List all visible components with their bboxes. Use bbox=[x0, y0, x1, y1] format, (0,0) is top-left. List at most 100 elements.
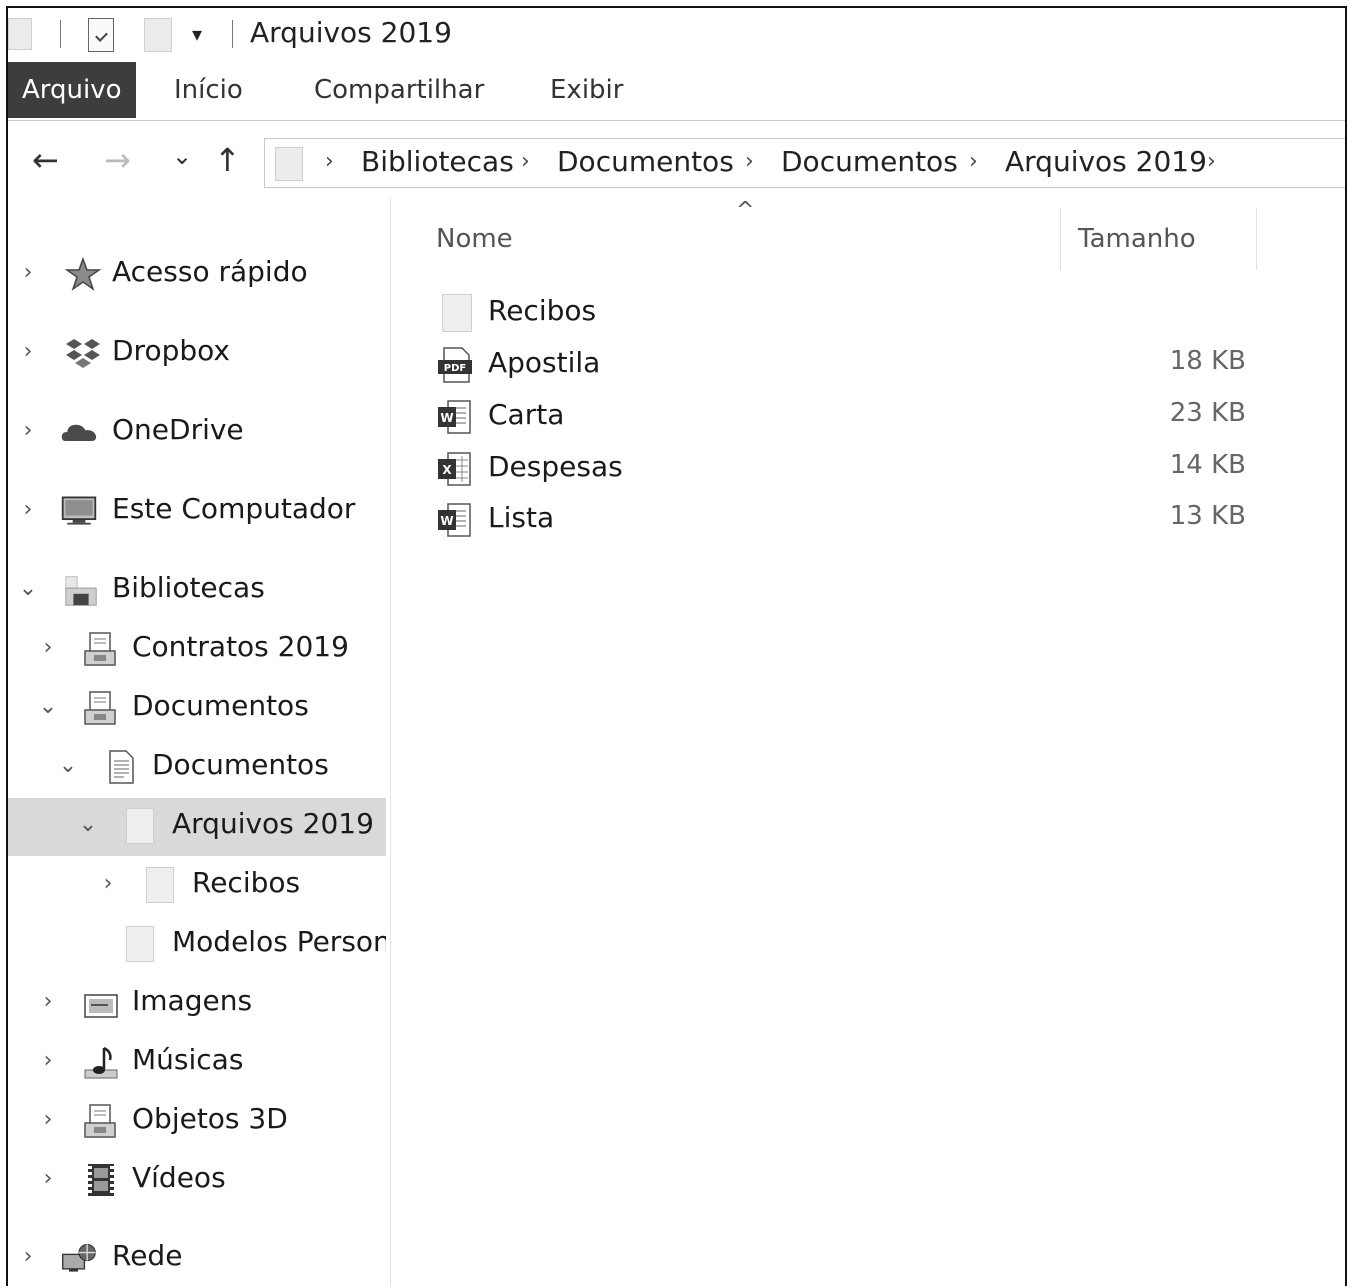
file-explorer-window: ▾ Arquivos 2019 Arquivo Início Compartil… bbox=[6, 6, 1347, 1286]
window-title: Arquivos 2019 bbox=[250, 16, 452, 49]
sidebar-item-este-computador[interactable]: › Este Computador bbox=[8, 483, 386, 539]
sidebar-item-label: Documentos bbox=[132, 689, 309, 722]
sidebar-item-recibos[interactable]: › Recibos bbox=[8, 857, 386, 913]
up-button[interactable]: ↑ bbox=[214, 140, 241, 180]
sidebar-item-label: Vídeos bbox=[132, 1161, 226, 1194]
divider bbox=[60, 20, 61, 48]
expand-chevron-icon[interactable]: › bbox=[36, 1107, 60, 1132]
expand-chevron-icon[interactable]: › bbox=[16, 260, 40, 285]
breadcrumb-arquivos-2019[interactable]: Arquivos 2019 bbox=[1005, 145, 1207, 178]
file-name: Recibos bbox=[488, 294, 597, 327]
file-name: Apostila bbox=[488, 346, 601, 379]
file-row-apostila[interactable]: PDF Apostila 18 KB bbox=[432, 342, 1292, 388]
location-icon bbox=[275, 147, 303, 181]
file-row-lista[interactable]: W Lista 13 KB bbox=[432, 497, 1292, 543]
file-size: 14 KB bbox=[1169, 450, 1246, 480]
sidebar-item-dropbox[interactable]: › Dropbox bbox=[8, 325, 386, 381]
breadcrumb-separator[interactable]: › bbox=[969, 149, 978, 174]
excel-icon: X bbox=[438, 452, 471, 486]
customize-quick-access-dropdown[interactable]: ▾ bbox=[192, 22, 202, 46]
sidebar-item-label: Recibos bbox=[192, 866, 301, 899]
sidebar-item-bibliotecas[interactable]: ⌄ Bibliotecas bbox=[8, 562, 386, 618]
expand-chevron-icon[interactable]: › bbox=[36, 635, 60, 660]
column-header-size[interactable]: Tamanho bbox=[1078, 224, 1196, 254]
expand-chevron-icon[interactable]: › bbox=[36, 1166, 60, 1191]
sidebar-item-imagens[interactable]: › Imagens bbox=[8, 975, 386, 1031]
sidebar-item-videos[interactable]: › Vídeos bbox=[8, 1152, 386, 1208]
folder-icon bbox=[126, 926, 154, 962]
column-divider[interactable] bbox=[1256, 208, 1257, 270]
file-name: Lista bbox=[488, 501, 555, 534]
breadcrumb-separator[interactable]: › bbox=[521, 149, 530, 174]
word-icon: W bbox=[438, 503, 471, 537]
breadcrumb-separator[interactable]: › bbox=[745, 149, 754, 174]
column-header-name[interactable]: Nome bbox=[436, 224, 513, 254]
folder-icon bbox=[126, 808, 154, 844]
document-icon bbox=[109, 750, 134, 784]
file-row-recibos[interactable]: Recibos bbox=[432, 290, 1292, 336]
column-divider[interactable] bbox=[1060, 208, 1061, 270]
breadcrumb-documentos-folder[interactable]: Documentos bbox=[781, 145, 958, 178]
sidebar-item-modelos-personalizados[interactable]: Modelos Personalizados bbox=[8, 916, 386, 972]
music-icon bbox=[84, 1046, 118, 1079]
star-icon bbox=[64, 256, 102, 291]
tab-arquivo[interactable]: Arquivo bbox=[8, 62, 136, 118]
expand-chevron-icon[interactable]: › bbox=[16, 339, 40, 364]
sidebar-item-label: Bibliotecas bbox=[112, 571, 265, 604]
sidebar-item-contratos-2019[interactable]: › Contratos 2019 bbox=[8, 621, 386, 677]
sidebar-item-rede[interactable]: › Rede bbox=[8, 1230, 386, 1286]
recent-locations-button[interactable]: ⌄ bbox=[172, 136, 192, 176]
sidebar-item-documentos-folder[interactable]: ⌄ Documentos bbox=[8, 739, 386, 795]
expand-chevron-icon[interactable]: › bbox=[16, 1244, 40, 1269]
collapse-chevron-icon[interactable]: ⌄ bbox=[16, 576, 40, 601]
file-name: Despesas bbox=[488, 450, 623, 483]
navigation-bar: ← → ⌄ ↑ › Bibliotecas › Documentos › Doc… bbox=[8, 124, 1345, 198]
ribbon-tabs: Arquivo Início Compartilhar Exibir bbox=[8, 62, 1345, 121]
library-icon bbox=[84, 632, 116, 666]
file-size: 13 KB bbox=[1169, 501, 1246, 531]
address-bar[interactable]: › Bibliotecas › Documentos › Documentos … bbox=[264, 138, 1345, 188]
breadcrumb-bibliotecas[interactable]: Bibliotecas bbox=[361, 145, 514, 178]
new-folder-icon[interactable] bbox=[144, 18, 172, 52]
sidebar-item-musicas[interactable]: › Músicas bbox=[8, 1034, 386, 1090]
sidebar-item-onedrive[interactable]: › OneDrive bbox=[8, 404, 386, 460]
sidebar-item-label: Contratos 2019 bbox=[132, 630, 349, 663]
app-icon bbox=[8, 18, 32, 50]
expand-chevron-icon[interactable]: › bbox=[36, 1048, 60, 1073]
file-row-despesas[interactable]: X Despesas 14 KB bbox=[432, 446, 1292, 492]
tab-compartilhar[interactable]: Compartilhar bbox=[314, 62, 484, 118]
sidebar-item-label: OneDrive bbox=[112, 413, 244, 446]
sort-ascending-icon: ^ bbox=[736, 198, 755, 223]
file-list: ^ Nome Tamanho Recibos PDF Apostila 18 K… bbox=[392, 198, 1345, 1286]
back-button[interactable]: ← bbox=[32, 140, 59, 180]
file-row-carta[interactable]: W Carta 23 KB bbox=[432, 394, 1292, 440]
library-icon bbox=[84, 1104, 116, 1138]
collapse-chevron-icon[interactable]: ⌄ bbox=[56, 753, 80, 778]
sidebar-item-objetos-3d[interactable]: › Objetos 3D bbox=[8, 1093, 386, 1149]
library-icon bbox=[84, 691, 116, 725]
tab-inicio[interactable]: Início bbox=[174, 62, 243, 118]
sidebar-item-acesso-rapido[interactable]: › Acesso rápido bbox=[8, 246, 386, 302]
expand-chevron-icon[interactable]: › bbox=[16, 497, 40, 522]
sidebar-item-label: Modelos Personalizados bbox=[172, 925, 386, 958]
word-icon-label: W bbox=[440, 411, 453, 425]
breadcrumb-separator[interactable]: › bbox=[1207, 149, 1216, 174]
breadcrumb-separator[interactable]: › bbox=[325, 149, 334, 174]
word-icon-label: W bbox=[440, 514, 453, 528]
properties-icon[interactable] bbox=[88, 18, 114, 52]
collapse-chevron-icon[interactable]: ⌄ bbox=[76, 812, 100, 837]
expand-chevron-icon[interactable]: › bbox=[96, 871, 120, 896]
tab-exibir[interactable]: Exibir bbox=[550, 62, 623, 118]
folder-icon bbox=[442, 294, 472, 332]
forward-button[interactable]: → bbox=[104, 140, 131, 180]
network-icon bbox=[62, 1243, 96, 1272]
sidebar-item-label: Documentos bbox=[152, 748, 329, 781]
file-size: 23 KB bbox=[1169, 398, 1246, 428]
dropbox-icon bbox=[66, 339, 100, 368]
sidebar-item-arquivos-2019[interactable]: ⌄ Arquivos 2019 bbox=[8, 798, 386, 856]
sidebar-item-documentos-library[interactable]: ⌄ Documentos bbox=[8, 680, 386, 736]
breadcrumb-documentos-library[interactable]: Documentos bbox=[557, 145, 734, 178]
expand-chevron-icon[interactable]: › bbox=[16, 418, 40, 443]
collapse-chevron-icon[interactable]: ⌄ bbox=[36, 694, 60, 719]
expand-chevron-icon[interactable]: › bbox=[36, 989, 60, 1014]
